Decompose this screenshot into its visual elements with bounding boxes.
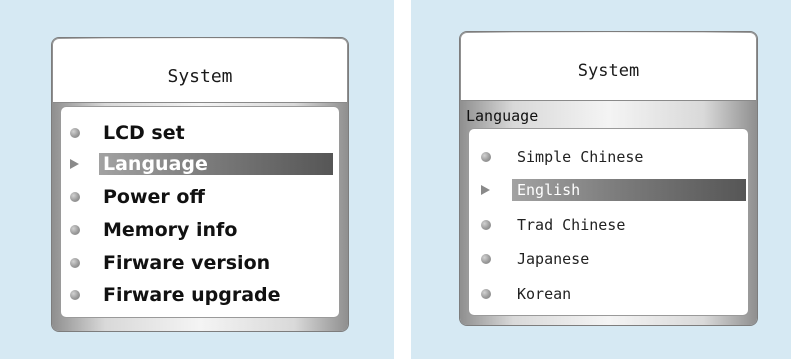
language-menu-device: System Language Simple Chinese English T…	[460, 32, 757, 325]
menu-item-label: LCD set	[103, 122, 185, 144]
language-option-trad-chinese[interactable]: Trad Chinese	[469, 214, 748, 236]
menu-item-label: Firware upgrade	[103, 284, 281, 306]
screen-title: System	[461, 33, 756, 101]
language-option-english[interactable]: English	[469, 179, 748, 201]
language-option-label: Trad Chinese	[517, 216, 626, 234]
bullet-icon	[70, 128, 80, 138]
menu-item-label: Language	[103, 153, 208, 175]
menu-item-label: Power off	[103, 186, 205, 208]
selection-arrow-icon	[481, 185, 490, 195]
menu-item-memory-info[interactable]: Memory info	[61, 218, 339, 242]
bullet-icon	[481, 254, 491, 264]
bullet-icon	[481, 220, 491, 230]
bullet-icon	[481, 289, 491, 299]
section-label: Language	[466, 107, 539, 125]
language-option-japanese[interactable]: Japanese	[469, 248, 748, 270]
language-option-simple-chinese[interactable]: Simple Chinese	[469, 146, 748, 168]
menu-item-firmware-version[interactable]: Firware version	[61, 251, 339, 275]
menu-item-language[interactable]: Language	[61, 152, 339, 176]
bullet-icon	[70, 225, 80, 235]
system-menu-device: System LCD set Language Power off Memory…	[52, 38, 348, 331]
language-option-label: English	[517, 181, 581, 199]
left-panel: System LCD set Language Power off Memory…	[0, 0, 394, 359]
language-list: Simple Chinese English Trad Chinese Japa…	[469, 129, 748, 315]
bullet-icon	[70, 258, 80, 268]
language-option-korean[interactable]: Korean	[469, 283, 748, 305]
language-option-label: Japanese	[517, 250, 590, 268]
menu-item-label: Firware version	[103, 252, 271, 274]
menu-item-lcd-set[interactable]: LCD set	[61, 121, 339, 145]
menu-list: LCD set Language Power off Memory info F…	[61, 107, 339, 317]
menu-item-firmware-upgrade[interactable]: Firware upgrade	[61, 283, 339, 307]
selection-arrow-icon	[70, 159, 79, 169]
bullet-icon	[70, 192, 80, 202]
language-option-label: Simple Chinese	[517, 148, 644, 166]
right-panel: System Language Simple Chinese English T…	[411, 0, 791, 359]
bullet-icon	[481, 152, 491, 162]
menu-item-power-off[interactable]: Power off	[61, 185, 339, 209]
bullet-icon	[70, 290, 80, 300]
menu-item-label: Memory info	[103, 219, 238, 241]
screen-title: System	[53, 39, 347, 103]
language-option-label: Korean	[517, 285, 572, 303]
